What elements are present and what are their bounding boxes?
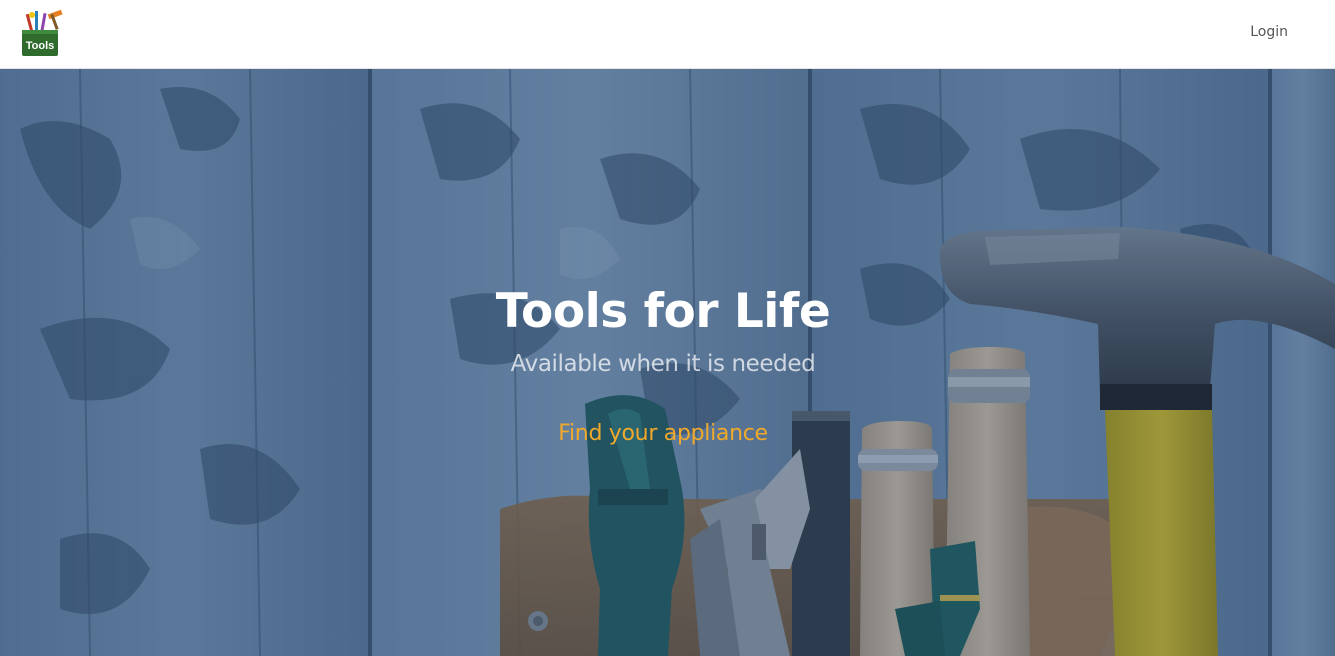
hero-subtitle: Available when it is needed — [510, 351, 816, 377]
find-appliance-link[interactable]: Find your appliance — [558, 421, 768, 446]
login-link[interactable]: Login — [1250, 24, 1288, 40]
tools-logo-icon[interactable]: Tools — [18, 8, 66, 60]
hero-section: Tools for Life Available when it is need… — [0, 69, 1335, 656]
hero-content: Tools for Life Available when it is need… — [0, 281, 1326, 446]
logo-text: Tools — [26, 40, 55, 52]
hero-title: Tools for Life — [495, 284, 831, 339]
navbar: Tools Login — [0, 0, 1335, 69]
